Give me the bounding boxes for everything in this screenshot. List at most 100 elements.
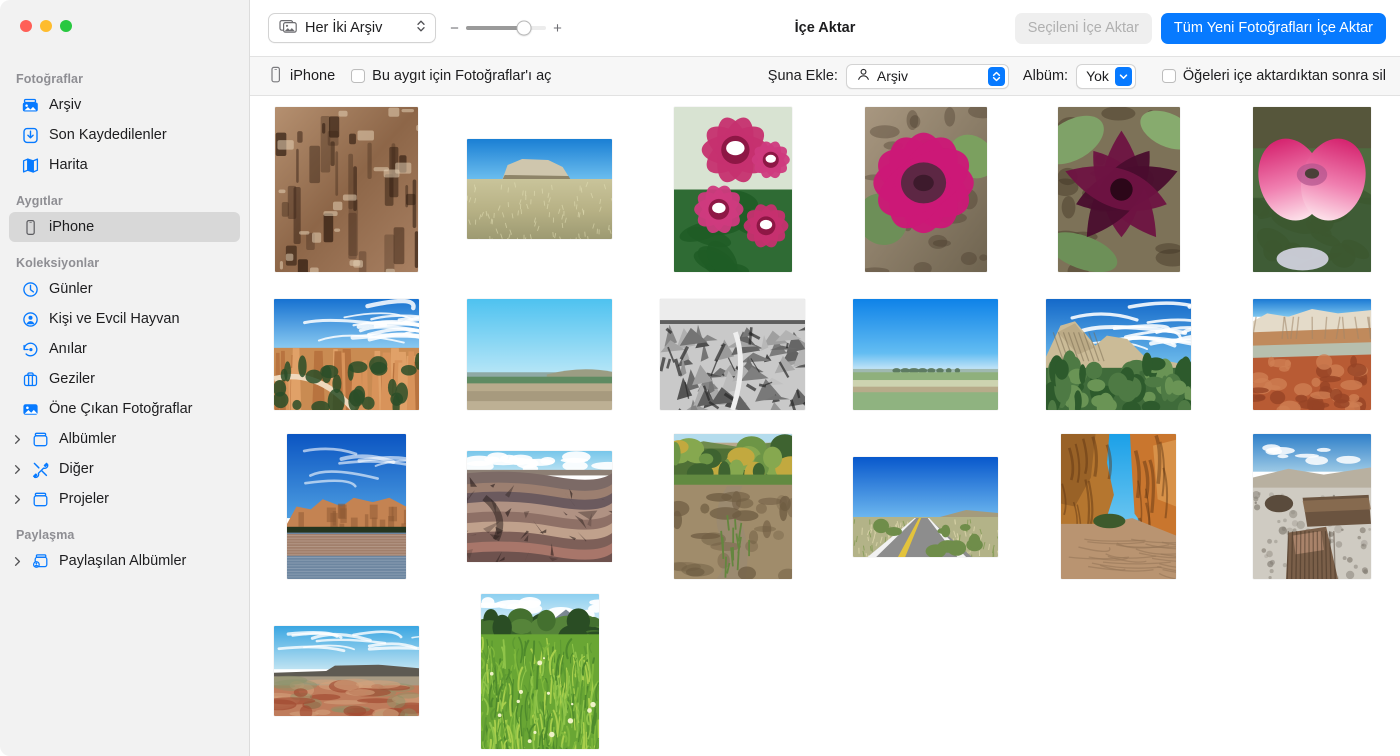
- minimize-window-button[interactable]: [40, 20, 52, 32]
- chevron-right-icon[interactable]: [12, 434, 23, 445]
- photo-cell[interactable]: [1215, 434, 1400, 579]
- chevron-down-icon[interactable]: [1114, 66, 1132, 86]
- zoom-in-label[interactable]: +: [553, 20, 562, 37]
- photo-thumbnail-badlands-bw[interactable]: [660, 299, 805, 410]
- photo-thumbnail-desert-highway[interactable]: [853, 456, 998, 557]
- toolbar-actions: Seçileni İçe Aktar Tüm Yeni Fotoğrafları…: [1014, 12, 1386, 44]
- delete-after-import-checkbox[interactable]: Öğeleri içe aktardıktan sonra sil: [1161, 68, 1386, 84]
- photo-thumbnail-pink-white-tulip[interactable]: [1252, 106, 1371, 272]
- add-to-label: Şuna Ekle:: [767, 68, 838, 84]
- iphone-icon: [268, 65, 283, 88]
- photo-cell[interactable]: [636, 106, 829, 272]
- sidebar-section-title: Koleksiyonlar: [16, 256, 100, 270]
- chevron-right-icon[interactable]: [12, 556, 23, 567]
- photo-cell[interactable]: [1022, 106, 1215, 272]
- thumbnail-zoom-control[interactable]: − +: [450, 20, 562, 37]
- photo-cell[interactable]: [250, 626, 443, 716]
- recently-saved-icon: [21, 126, 40, 145]
- photos-stack-icon: [279, 18, 298, 39]
- device-options-bar: iPhone Bu aygıt için Fotoğraflar'ı aç Şu…: [250, 56, 1400, 96]
- sidebar-item-harita[interactable]: Harita: [9, 150, 240, 180]
- sidebar-item-label: Paylaşılan Albümler: [59, 553, 187, 569]
- album-popup-button[interactable]: Yok: [1076, 63, 1136, 89]
- sidebar-item-label: iPhone: [49, 219, 95, 235]
- checkbox-label: Öğeleri içe aktardıktan sonra sil: [1182, 68, 1386, 84]
- zoom-slider[interactable]: [466, 20, 546, 36]
- photos-import-window: Fotoğraflar Arşiv Son Kaydedilenler Hari…: [0, 0, 1400, 756]
- photo-thumbnail-zion-checkerboard-mesa[interactable]: [1046, 299, 1191, 410]
- photo-cell[interactable]: [829, 456, 1022, 557]
- photo-thumbnail-tall-green-grass[interactable]: [480, 593, 599, 749]
- photo-thumbnail-butte-grassland[interactable]: [467, 139, 612, 239]
- archive-scope-popup-button[interactable]: Her İki Arşiv: [268, 13, 436, 43]
- traffic-lights: [0, 0, 249, 52]
- sidebar-item-arsiv[interactable]: Arşiv: [9, 90, 240, 120]
- photo-cell[interactable]: [1022, 299, 1215, 410]
- sidebar-item-one-cikan-fotograflar[interactable]: Öne Çıkan Fotoğraflar: [9, 394, 240, 424]
- checkbox-box[interactable]: [351, 69, 366, 83]
- photo-cell[interactable]: [1215, 299, 1400, 410]
- sidebar-item-kisi-ve-evcil-hayvan[interactable]: Kişi ve Evcil Hayvan: [9, 304, 240, 334]
- photo-cell[interactable]: [250, 434, 443, 579]
- import-selected-button[interactable]: Seçileni İçe Aktar: [1014, 12, 1152, 44]
- sidebar-item-gunler[interactable]: Günler: [9, 274, 240, 304]
- open-photos-for-device-checkbox[interactable]: Bu aygıt için Fotoğraflar'ı aç: [351, 68, 551, 84]
- photo-cell[interactable]: [443, 299, 636, 410]
- close-window-button[interactable]: [20, 20, 32, 32]
- sidebar-item-iphone[interactable]: iPhone: [9, 212, 240, 242]
- photo-thumbnail-painted-desert[interactable]: [274, 626, 419, 716]
- photo-cell[interactable]: [636, 434, 829, 579]
- maximize-window-button[interactable]: [60, 20, 72, 32]
- photo-thumbnail-river-red-cliffs[interactable]: [287, 434, 406, 579]
- photo-thumbnail-green-fields[interactable]: [853, 299, 998, 410]
- zoom-slider-knob[interactable]: [516, 20, 532, 36]
- import-all-new-photos-button[interactable]: Tüm Yeni Fotoğrafları İçe Aktar: [1160, 12, 1386, 44]
- photo-thumbnail-pink-orchids[interactable]: [673, 106, 792, 272]
- photo-cell[interactable]: [443, 451, 636, 562]
- sidebar-item-diger[interactable]: Diğer: [9, 454, 240, 484]
- sidebar: Fotoğraflar Arşiv Son Kaydedilenler Hari…: [0, 0, 250, 756]
- photo-cell[interactable]: [443, 139, 636, 239]
- photo-thumbnail-grand-canyon[interactable]: [467, 451, 612, 562]
- up-down-chevron-icon: [415, 17, 427, 40]
- photo-grid-row: [250, 96, 1400, 282]
- photo-thumbnail-tree-bark[interactable]: [275, 106, 418, 272]
- sidebar-item-geziler[interactable]: Geziler: [9, 364, 240, 394]
- import-photo-grid[interactable]: [250, 96, 1400, 756]
- sidebar-item-son-kaydedilenler[interactable]: Son Kaydedilenler: [9, 120, 240, 150]
- chevron-right-icon[interactable]: [12, 464, 23, 475]
- add-to-destination-popup-button[interactable]: Arşiv: [845, 63, 1009, 89]
- sidebar-item-albumler[interactable]: Albümler: [9, 424, 240, 454]
- checkbox-box[interactable]: [1161, 69, 1176, 83]
- sidebar-item-label: Diğer: [59, 461, 94, 477]
- photo-thumbnail-muddy-creek[interactable]: [673, 434, 792, 579]
- sidebar-section-title: Fotoğraflar: [16, 72, 84, 86]
- sidebar-item-label: Anılar: [49, 341, 87, 357]
- sidebar-item-label: Projeler: [59, 491, 109, 507]
- zoom-out-label[interactable]: −: [450, 20, 459, 37]
- chevron-right-icon[interactable]: [12, 494, 23, 505]
- photo-thumbnail-red-rock-cliffs[interactable]: [1252, 299, 1371, 410]
- photo-grid-row: [250, 427, 1400, 586]
- photo-cell[interactable]: [250, 299, 443, 410]
- album-icon: [31, 490, 50, 509]
- photo-cell[interactable]: [1022, 434, 1215, 579]
- photo-thumbnail-dark-purple-tulip[interactable]: [1057, 106, 1180, 272]
- photo-thumbnail-prairie-plains[interactable]: [467, 299, 612, 410]
- photo-cell[interactable]: [1215, 106, 1400, 272]
- album-value: Yok: [1086, 68, 1109, 84]
- up-down-chevron-icon[interactable]: [987, 66, 1005, 86]
- photo-cell[interactable]: [829, 106, 1022, 272]
- photo-thumbnail-bryce-canyon-hoodoos[interactable]: [274, 299, 419, 410]
- photo-cell[interactable]: [829, 299, 1022, 410]
- photo-cell[interactable]: [443, 593, 636, 749]
- photo-thumbnail-magenta-tulip[interactable]: [864, 106, 987, 272]
- sidebar-item-projeler[interactable]: Projeler: [9, 484, 240, 514]
- photo-grid-row: [250, 282, 1400, 427]
- photo-cell[interactable]: [250, 106, 443, 272]
- photo-thumbnail-petrified-wood[interactable]: [1252, 434, 1371, 579]
- sidebar-item-anilar[interactable]: Anılar: [9, 334, 240, 364]
- photo-cell[interactable]: [636, 299, 829, 410]
- sidebar-item-paylasilan-albumler[interactable]: Paylaşılan Albümler: [9, 546, 240, 576]
- photo-thumbnail-slot-canyon-road[interactable]: [1061, 434, 1176, 579]
